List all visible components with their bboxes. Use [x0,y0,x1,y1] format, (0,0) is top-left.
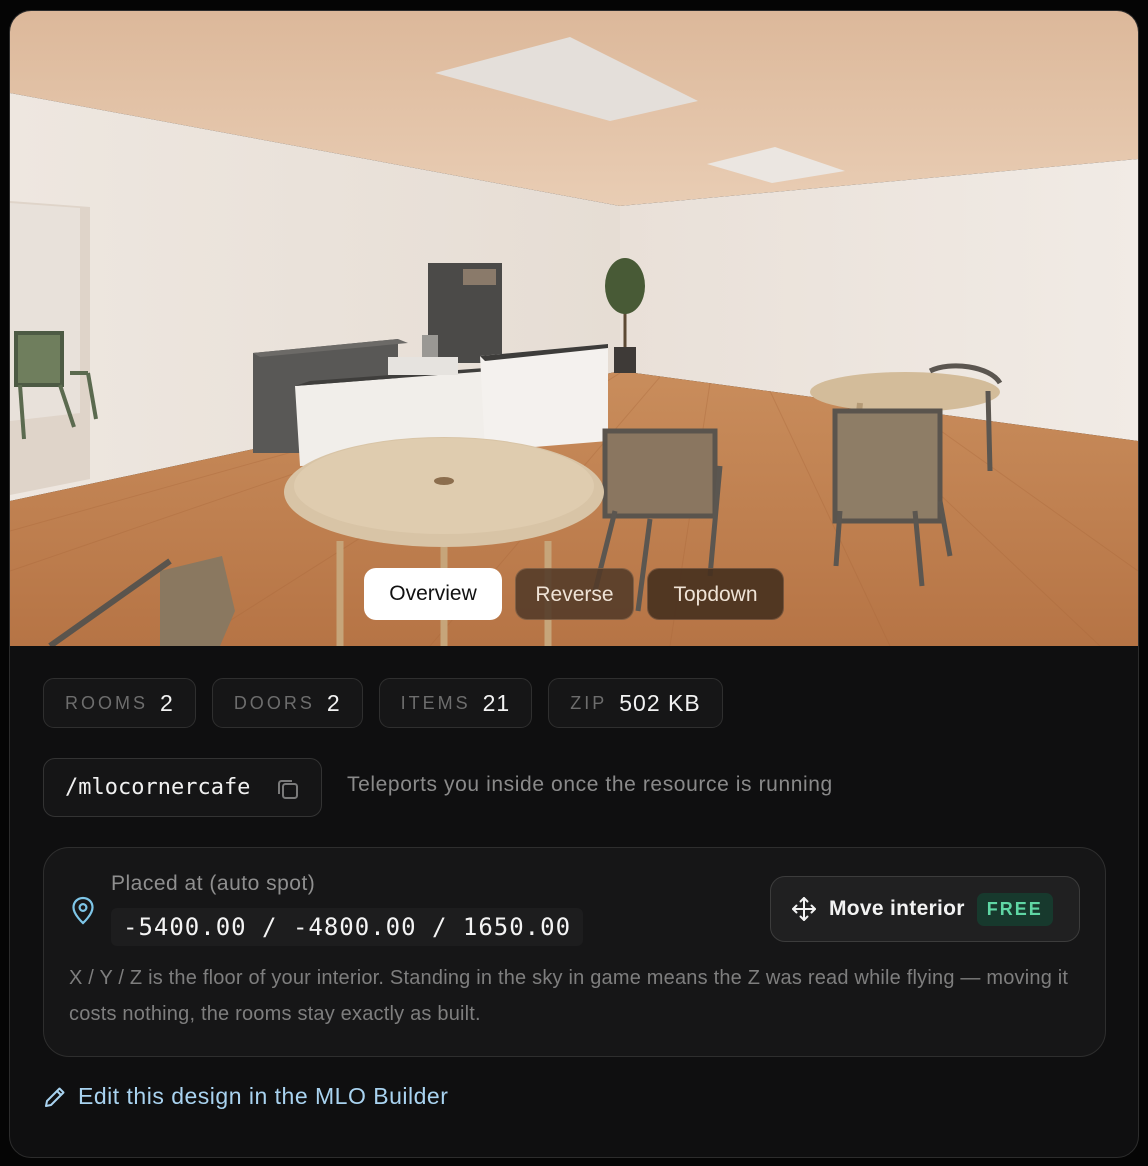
stat-rooms: ROOMS 2 [43,678,196,728]
stat-zip: ZIP 502 KB [548,678,723,728]
stat-items: ITEMS 21 [378,678,533,728]
stat-value: 502 KB [619,689,701,716]
edit-in-builder-link[interactable]: Edit this design in the MLO Builder [43,1083,448,1110]
interior-card: Overview Reverse Topdown ROOMS 2 DOORS 2… [9,10,1139,1158]
stats-row: ROOMS 2 DOORS 2 ITEMS 21 ZIP 502 KB [43,678,723,728]
teleport-command-box[interactable]: /mlocornercafe [43,758,322,817]
placement-coordinates: -5400.00 / -4800.00 / 1650.00 [111,908,584,946]
copy-icon[interactable] [275,776,301,802]
move-icon [792,897,816,921]
stat-key: ZIP [570,692,608,713]
teleport-command-text: /mlocornercafe [65,775,251,800]
stat-doors: DOORS 2 [211,678,363,728]
map-pin-icon [72,896,94,925]
stat-key: ITEMS [400,692,471,713]
view-overview-button[interactable]: Overview [364,568,502,620]
stat-value: 2 [160,689,174,716]
move-interior-label: Move interior [829,897,965,920]
stat-key: DOORS [233,692,315,713]
move-interior-button[interactable]: Move interior FREE [770,876,1080,942]
stat-key: ROOMS [65,692,149,713]
free-badge: FREE [976,892,1053,926]
interior-preview: Overview Reverse Topdown [10,11,1138,646]
placement-panel: Placed at (auto spot) -5400.00 / -4800.0… [43,847,1106,1057]
view-switcher: Overview Reverse Topdown [10,568,1138,620]
teleport-command-hint: Teleports you inside once the resource i… [347,773,833,796]
pencil-icon [45,1087,65,1107]
edit-in-builder-label: Edit this design in the MLO Builder [78,1083,449,1109]
stat-value: 21 [482,689,511,716]
view-reverse-button[interactable]: Reverse [515,568,634,620]
stat-value: 2 [326,689,341,716]
placement-note: X / Y / Z is the floor of your interior.… [69,967,1069,1025]
placement-label: Placed at (auto spot) [111,872,316,895]
preview-image [10,11,1138,646]
view-topdown-button[interactable]: Topdown [647,568,784,620]
